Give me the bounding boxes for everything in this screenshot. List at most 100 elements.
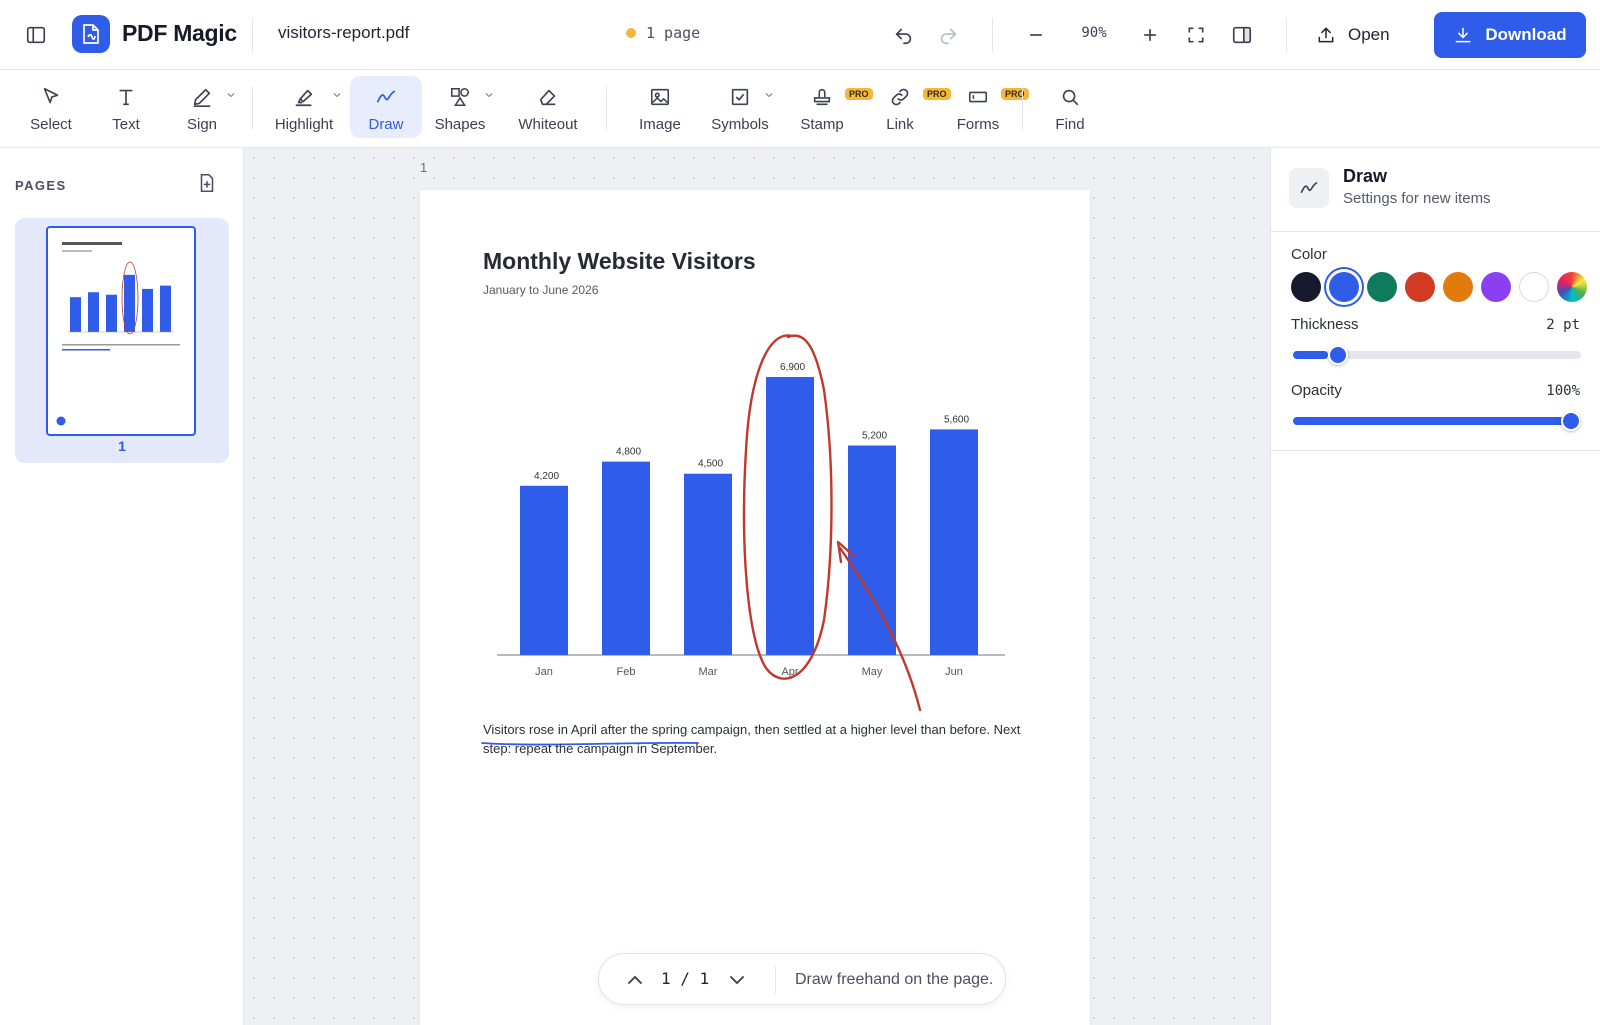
data-label-jun: 5,600	[944, 414, 969, 425]
page-thumbnail-1[interactable]: 1	[15, 218, 229, 463]
document-paragraph: Visitors rose in April after the spring …	[483, 720, 1033, 758]
opacity-slider-handle[interactable]	[1561, 411, 1581, 431]
paragraph-underlined-phrase: step: repeat the campaign in September	[483, 741, 714, 756]
thumb-subtitle-line	[62, 250, 92, 252]
undo-button[interactable]	[886, 17, 922, 53]
color-swatch-black[interactable]	[1291, 272, 1321, 302]
tool-select[interactable]: Select	[15, 76, 87, 138]
tool-shapes[interactable]: Shapes	[424, 76, 496, 138]
tool-symbols[interactable]: Symbols	[704, 76, 776, 138]
page-thumbnail-preview	[46, 226, 196, 436]
tool-find[interactable]: Find	[1034, 76, 1106, 138]
freehand-icon	[376, 90, 396, 103]
download-button[interactable]: Download	[1434, 12, 1586, 58]
tool-label: Stamp	[800, 116, 844, 133]
checkbox-icon	[731, 88, 749, 106]
opacity-label: Opacity	[1291, 382, 1342, 399]
next-page-button[interactable]	[725, 968, 749, 992]
sidebar-icon	[26, 26, 46, 44]
tool-label: Find	[1055, 116, 1085, 133]
page-thumbnail-number: 1	[118, 438, 126, 454]
settings-subtitle: Settings for new items	[1343, 190, 1491, 207]
toggle-sidebar-button[interactable]	[18, 17, 54, 53]
redo-icon	[940, 28, 957, 45]
thumb-current-dot	[56, 416, 66, 426]
tool-label: Draw	[368, 116, 404, 133]
fit-page-button[interactable]	[1178, 17, 1214, 53]
tool-stamp[interactable]: PRO Stamp	[786, 76, 873, 138]
color-swatch-green[interactable]	[1367, 272, 1397, 302]
download-icon	[1455, 27, 1471, 43]
tool-label: Sign	[186, 116, 218, 133]
zoom-in-button[interactable]	[1132, 17, 1168, 53]
pen-icon	[193, 88, 211, 107]
thumbnail-mini-page	[56, 242, 180, 426]
document-canvas[interactable]: 1 Monthly Website Visitors January to Ju…	[244, 148, 1270, 1025]
open-button[interactable]: Open	[1316, 18, 1390, 52]
redo-button[interactable]	[930, 17, 966, 53]
thickness-slider-handle[interactable]	[1327, 345, 1348, 365]
bar-jun	[930, 429, 978, 655]
tool-text[interactable]: Text	[90, 76, 162, 138]
pro-badge: PRO	[1001, 88, 1029, 100]
paragraph-line-1: Visitors rose in April after the spring …	[483, 722, 1021, 737]
tool-hint: Draw freehand on the page.	[795, 971, 994, 988]
text-icon	[119, 89, 133, 106]
tool-label: Highlight	[274, 116, 334, 133]
page-navigator: 1 / 1 Draw freehand on the page.	[598, 953, 1006, 1005]
bar-feb	[602, 461, 650, 655]
tool-link[interactable]: PRO Link	[864, 76, 951, 138]
thickness-label: Thickness	[1291, 316, 1359, 333]
add-page-button[interactable]	[196, 172, 220, 196]
thumb-bars	[70, 274, 171, 332]
document-filename[interactable]: visitors-report.pdf	[278, 23, 409, 43]
chevron-up-icon	[628, 975, 642, 984]
sign-dropdown-chevron-icon[interactable]	[226, 90, 236, 100]
opacity-slider[interactable]	[1293, 411, 1581, 431]
x-tick-label-may: May	[862, 666, 883, 678]
zoom-level[interactable]: 90%	[1066, 25, 1122, 41]
tool-label: Whiteout	[518, 116, 578, 133]
tool-label: Link	[886, 116, 914, 133]
color-swatch-purple[interactable]	[1481, 272, 1511, 302]
shapes-icon	[450, 87, 470, 107]
tool-label: Select	[30, 116, 72, 133]
tool-sign[interactable]: Sign	[166, 76, 238, 138]
toggle-settings-panel-button[interactable]	[1224, 17, 1260, 53]
tool-image[interactable]: Image	[624, 76, 696, 138]
total-pages: 1	[699, 969, 710, 988]
pdf-page[interactable]: Monthly Website Visitors January to June…	[420, 190, 1090, 1025]
tool-draw[interactable]: Draw	[350, 76, 422, 138]
previous-page-button[interactable]	[623, 968, 647, 992]
header-divider	[1286, 18, 1287, 52]
zoom-out-button[interactable]	[1018, 17, 1054, 53]
thumb-bar-jan	[70, 297, 81, 332]
tool-whiteout[interactable]: Whiteout	[508, 76, 588, 138]
color-swatch-orange[interactable]	[1443, 272, 1473, 302]
tool-forms[interactable]: PRO Forms	[942, 76, 1029, 138]
thickness-slider[interactable]	[1293, 345, 1581, 365]
highlight-dropdown-chevron-icon[interactable]	[332, 90, 342, 100]
app-logo	[72, 15, 110, 53]
symbols-dropdown-chevron-icon[interactable]	[764, 90, 774, 100]
color-swatch-blue[interactable]	[1329, 272, 1359, 302]
thickness-slider-fill	[1293, 351, 1328, 359]
page-counter: 1 / 1	[661, 969, 710, 988]
tool-bar: Select Text Sign Highlight Draw Shapes W…	[0, 70, 1600, 148]
bar-apr	[766, 377, 814, 655]
thumb-bar-jun	[160, 285, 171, 332]
tool-highlight[interactable]: Highlight	[268, 76, 340, 138]
custom-color-picker[interactable]	[1557, 272, 1587, 302]
tool-label: Image	[639, 116, 681, 133]
opacity-value: 100%	[1546, 383, 1580, 399]
bar-chart: 4,200Jan4,800Feb4,500Mar6,900Apr5,200May…	[481, 334, 1005, 746]
draw-settings-panel: Draw Settings for new items Color Thickn…	[1270, 148, 1600, 1025]
data-label-jan: 4,200	[534, 471, 559, 482]
data-label-apr: 6,900	[780, 362, 805, 373]
bar-jan	[520, 485, 568, 655]
thumb-text-line	[62, 349, 110, 351]
color-label: Color	[1291, 246, 1327, 263]
color-swatch-red[interactable]	[1405, 272, 1435, 302]
shapes-dropdown-chevron-icon[interactable]	[484, 90, 494, 100]
color-swatch-white[interactable]	[1519, 272, 1549, 302]
